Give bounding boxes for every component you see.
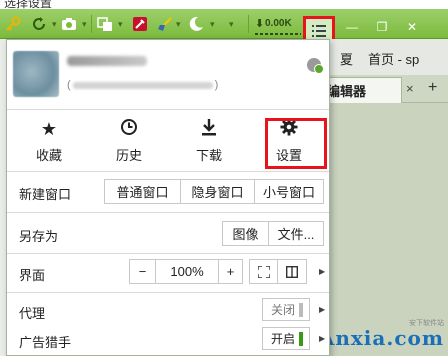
caption-strip: 选择设置 <box>0 0 448 9</box>
history-button[interactable]: 历史 <box>99 118 159 166</box>
sync-status-icon[interactable] <box>307 58 324 74</box>
page-content: 安下软件站 Anxia.com <box>318 103 448 356</box>
caret-right-icon[interactable]: ▶ <box>319 334 325 343</box>
download-arrow-icon: ⬇ <box>255 18 265 30</box>
chevron-down-icon[interactable]: ▾ <box>52 19 57 30</box>
save-image-button[interactable]: 图像 <box>223 222 269 245</box>
save-as-row: 另存为 图像 文件... <box>7 218 329 250</box>
divider <box>7 292 329 293</box>
star-icon: ★ <box>40 119 58 139</box>
download-icon <box>179 118 239 140</box>
window-controls: — ❐ ✕ <box>340 18 424 36</box>
close-icon[interactable]: ✕ <box>400 18 424 36</box>
download-speed-indicator[interactable]: ⬇ 0.00K <box>255 15 301 35</box>
tab-title: 编辑器 <box>327 84 367 99</box>
adblock-label: 广告猎手 <box>19 335 72 350</box>
proxy-row: 代理 关闭 ▶ <box>7 296 329 324</box>
new-tab-icon[interactable]: + <box>428 79 437 97</box>
fullscreen-icon <box>257 265 270 278</box>
broom-icon[interactable] <box>156 15 174 33</box>
zoom-in-button[interactable]: + <box>218 260 242 283</box>
download-button[interactable]: 下载 <box>179 118 239 166</box>
chevron-down-icon[interactable]: ▾ <box>82 19 87 30</box>
zoom-out-button[interactable]: − <box>130 260 156 283</box>
normal-window-button[interactable]: 普通窗口 <box>105 180 181 203</box>
proxy-toggle[interactable]: 关闭 <box>262 298 310 321</box>
menu-list-icon <box>312 25 326 37</box>
toggle-knob <box>299 302 303 317</box>
proxy-label: 代理 <box>19 306 46 321</box>
settings-highlight-box <box>265 118 327 169</box>
account-section[interactable]: ( ) <box>7 40 329 110</box>
avatar[interactable] <box>13 51 59 97</box>
divider <box>7 212 329 213</box>
browser-toolbar: ▾ ▾ ▾ ▾ ▾ ▾ ⬇ 0.00K — ❐ ✕ <box>0 9 448 46</box>
tab-bar: 编辑器 × + <box>320 75 448 103</box>
caret-right-icon[interactable]: ▶ <box>319 305 325 314</box>
zoom-controls: − 100% + <box>129 259 243 284</box>
adblock-toggle[interactable]: 开启 <box>262 327 310 350</box>
tools-icon[interactable] <box>131 15 149 33</box>
download-progress-bar <box>255 33 301 35</box>
bookmark-item[interactable]: 首页 - sp <box>368 49 419 68</box>
save-as-buttons: 图像 文件... <box>222 221 324 246</box>
site-watermark: 安下软件站 Anxia.com <box>318 320 444 350</box>
toggle-knob <box>299 331 303 346</box>
toolbar-divider <box>248 15 249 33</box>
caret-right-icon[interactable]: ▶ <box>319 267 325 276</box>
fullscreen-button[interactable] <box>250 260 278 283</box>
clock-icon <box>99 118 159 140</box>
chevron-down-icon[interactable]: ▾ <box>210 19 215 30</box>
overflow-chevron-icon[interactable]: ▾ <box>229 19 234 30</box>
main-menu-panel: ( ) ★ 收藏 历史 下载 设置 新建窗口 普通窗口 隐身窗口 小号窗口 另存… <box>6 39 330 356</box>
incognito-window-button[interactable]: 隐身窗口 <box>181 180 255 203</box>
interface-label: 界面 <box>19 268 46 283</box>
save-as-label: 另存为 <box>19 229 59 244</box>
refresh-icon[interactable] <box>30 15 48 33</box>
adblock-row: 广告猎手 开启 ▶ <box>7 326 329 354</box>
interface-row: 界面 − 100% + ▶ <box>7 258 329 288</box>
favorites-button[interactable]: ★ 收藏 <box>19 118 79 166</box>
restore-icon[interactable]: ❐ <box>370 18 394 36</box>
new-window-label: 新建窗口 <box>19 187 72 202</box>
tab-editor[interactable]: 编辑器 <box>320 77 402 103</box>
split-view-icon <box>286 265 298 278</box>
zoom-level: 100% <box>170 264 204 279</box>
view-buttons <box>249 259 307 284</box>
save-file-button[interactable]: 文件... <box>269 222 323 245</box>
bookmark-item[interactable]: 夏 <box>340 49 353 68</box>
camera-icon[interactable] <box>60 15 78 33</box>
watermark-subtitle: 安下软件站 <box>409 320 444 327</box>
chevron-down-icon[interactable]: ▾ <box>176 19 181 30</box>
bookmark-bar: 夏 首页 - sp <box>320 39 448 75</box>
translate-icon[interactable] <box>96 15 114 33</box>
caption-text: 选择设置 <box>4 0 53 9</box>
download-speed-value: 0.00K <box>265 18 292 29</box>
toolbar-divider <box>91 15 92 33</box>
divider <box>7 253 329 254</box>
tab-close-icon[interactable]: × <box>406 81 414 96</box>
account-id-blurred: ( ) <box>67 79 219 91</box>
moon-icon[interactable] <box>187 15 205 33</box>
chevron-down-icon[interactable]: ▾ <box>118 19 123 30</box>
small-window-button[interactable]: 小号窗口 <box>255 180 323 203</box>
split-view-button[interactable] <box>278 260 306 283</box>
new-window-buttons: 普通窗口 隐身窗口 小号窗口 <box>104 179 324 204</box>
key-icon[interactable] <box>4 15 22 33</box>
minimize-icon[interactable]: — <box>340 18 364 36</box>
account-name-blurred <box>67 56 147 66</box>
new-window-row: 新建窗口 普通窗口 隐身窗口 小号窗口 <box>7 172 329 210</box>
